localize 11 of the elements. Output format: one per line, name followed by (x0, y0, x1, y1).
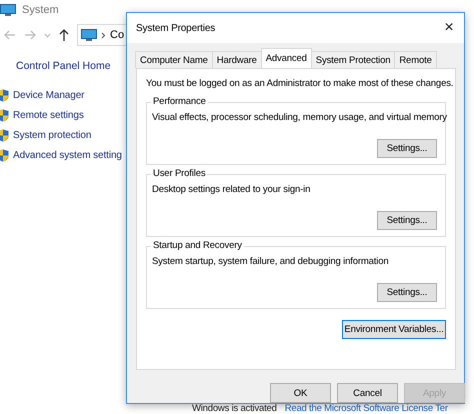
dialog-title: System Properties (136, 22, 216, 34)
breadcrumb: Co (110, 29, 124, 41)
group-description: Visual effects, processor scheduling, memory usage, and virtual memory (152, 112, 447, 123)
notice-text: You must be logged on as an Administrator to make most of these changes. (146, 78, 454, 89)
activation-status: Windows is activated (192, 403, 277, 414)
group-description: System startup, system failure, and debugging information (152, 256, 388, 267)
group-title: User Profiles (151, 168, 208, 179)
window-title: System (22, 4, 59, 16)
group-title: Performance (151, 96, 208, 107)
group-title: Startup and Recovery (151, 240, 244, 251)
group-description: Desktop settings related to your sign-in (152, 184, 310, 195)
